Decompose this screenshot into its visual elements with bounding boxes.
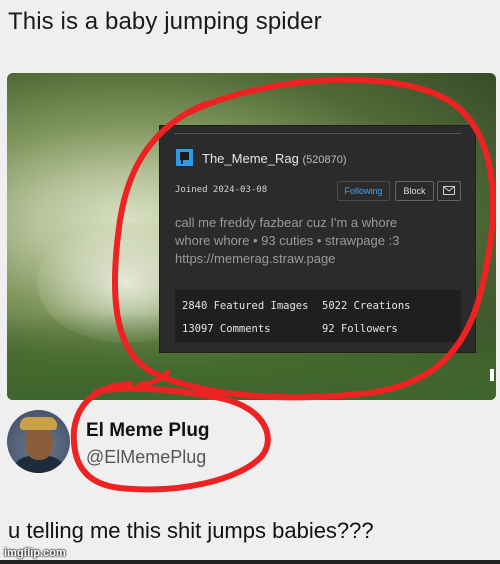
card-divider (174, 133, 461, 134)
bottom-edge (0, 560, 500, 564)
stat-followers[interactable]: 92 Followers (322, 323, 398, 335)
tweet-display-name[interactable]: El Meme Plug (86, 420, 210, 442)
imgflip-logo-icon (176, 149, 193, 166)
avatar[interactable] (7, 410, 70, 473)
stat-featured-images[interactable]: 2840 Featured Images (182, 300, 308, 312)
user-id: (520870) (302, 154, 347, 166)
profile-username[interactable]: The_Meme_Rag (520870) (202, 151, 347, 166)
avatar-cap (20, 417, 57, 430)
stat-creations[interactable]: 5022 Creations (322, 300, 411, 312)
bio-line: whore whore • 93 cuties • strawpage :3 (175, 233, 400, 248)
imgflip-watermark: imgflip.com (4, 547, 66, 559)
tweet-handle[interactable]: @ElMemePlug (86, 447, 206, 468)
following-button[interactable]: Following (337, 181, 390, 201)
mail-icon (443, 186, 455, 195)
username-text[interactable]: The_Meme_Rag (202, 151, 299, 166)
bio-link[interactable]: https://memerag.straw.page (175, 250, 465, 268)
profile-bio: call me freddy fazbear cuz I'm a whore w… (175, 214, 465, 268)
block-button[interactable]: Block (395, 181, 434, 201)
stat-comments[interactable]: 13097 Comments (182, 323, 271, 335)
top-caption: This is a baby jumping spider (8, 8, 322, 35)
profile-card: The_Meme_Rag (520870) Joined 2024-03-08 … (160, 126, 475, 352)
text-cursor (490, 369, 494, 381)
profile-stats: 2840 Featured Images 5022 Creations 1309… (175, 290, 461, 342)
bio-line: call me freddy fazbear cuz I'm a whore (175, 215, 398, 230)
avatar-face (25, 426, 53, 460)
joined-date: Joined 2024-03-08 (175, 185, 268, 195)
message-button[interactable] (437, 181, 461, 201)
tweet-text: u telling me this shit jumps babies??? (8, 518, 374, 543)
